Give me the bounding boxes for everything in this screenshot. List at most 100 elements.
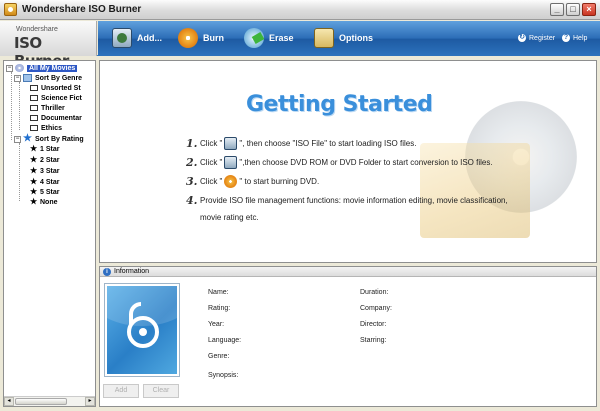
close-button[interactable]: × (582, 3, 596, 16)
tree-item-rating[interactable]: ★ None (30, 197, 58, 207)
erase-button-label: Erase (269, 33, 294, 43)
toolbar-buttons: Add... Burn Erase Options ↻ Register ? H… (98, 21, 600, 56)
starring-label: Starring: (360, 337, 387, 344)
scroll-left-arrow-icon[interactable]: ◂ (4, 397, 14, 406)
options-button-label: Options (339, 33, 373, 43)
tree-item-rating[interactable]: ★ 5 Star (30, 187, 59, 197)
step-2: 2. Click " ",then choose DVD ROM or DVD … (186, 156, 493, 169)
tree-item-rating[interactable]: ★ 4 Star (30, 177, 59, 187)
help-link[interactable]: ? Help (562, 34, 587, 42)
help-icon: ? (562, 34, 570, 42)
register-link[interactable]: ↻ Register (518, 34, 555, 42)
tree-item-label: Ethics (41, 124, 63, 132)
burn-disc-icon (224, 175, 238, 188)
clear-poster-button[interactable]: Clear (143, 384, 179, 398)
step-3: 3. Click " " to start burning DVD. (186, 175, 319, 188)
duration-label: Duration: (360, 289, 389, 296)
information-header: i Information (100, 267, 596, 277)
language-label: Language: (208, 337, 242, 344)
step-text: ",then choose DVD ROM or DVD Folder to s… (239, 158, 493, 167)
name-label: Name: (208, 289, 229, 296)
year-label: Year: (208, 321, 225, 328)
logo-brand: Wondershare (16, 26, 58, 33)
step-text: Click " (200, 177, 223, 186)
disc-icon (15, 64, 24, 72)
options-clipboard-icon (314, 28, 334, 48)
erase-button[interactable]: Erase (244, 27, 294, 49)
tree-connector (11, 72, 12, 140)
help-label: Help (573, 34, 588, 42)
genre-label: Genre: (208, 353, 230, 360)
star-icon: ★ (30, 166, 38, 175)
rating-label: Rating: (208, 305, 231, 312)
tree-connector (19, 143, 20, 201)
information-panel: i Information Add Clear Name: Rating: Ye… (99, 266, 597, 407)
collapse-toggle[interactable]: − (14, 135, 21, 143)
tree-item-genre[interactable]: Ethics (30, 123, 62, 133)
window-title: Wondershare ISO Burner (22, 4, 142, 15)
tree-item-sort-by-rating[interactable]: − ★ Sort By Rating (14, 134, 84, 144)
star-icon: ★ (30, 197, 38, 206)
add-drive-icon (224, 137, 238, 150)
step-text: Provide ISO file management functions: m… (200, 196, 508, 205)
tree-item-label: 5 Star (40, 188, 60, 196)
movie-tree-panel: − All My Movies − Sort By Genre Unsorted… (3, 60, 96, 407)
scroll-right-arrow-icon[interactable]: ▸ (85, 397, 95, 406)
add-poster-button[interactable]: Add (103, 384, 139, 398)
collapse-toggle[interactable]: − (6, 64, 13, 72)
burn-button-label: Burn (203, 33, 224, 43)
film-icon (30, 115, 38, 121)
film-reel-placeholder-icon (107, 286, 177, 374)
information-header-label: Information (114, 268, 150, 275)
erase-disc-icon (244, 28, 264, 48)
step-text: ", then choose "ISO File" to start loadi… (239, 139, 417, 148)
step-4: 4. Provide ISO file management functions… (186, 194, 508, 207)
add-drive-icon (112, 28, 132, 48)
tree-item-label: Thriller (41, 104, 65, 112)
toolbar: Wondershare ISO Burner Add... Burn Erase… (0, 21, 600, 70)
scrollbar-thumb[interactable] (15, 398, 67, 405)
step-number: 3. (186, 175, 198, 188)
folder-icon (23, 74, 32, 82)
collapse-toggle[interactable]: − (14, 74, 21, 82)
tree-item-label: Science Fict (41, 94, 82, 102)
register-icon: ↻ (518, 34, 526, 42)
horizontal-scrollbar[interactable]: ◂ ▸ (4, 396, 95, 406)
tree-item-rating[interactable]: ★ 2 Star (30, 155, 59, 165)
tree-item-label: Documentar (41, 114, 82, 122)
tree-item-rating[interactable]: ★ 1 Star (30, 144, 59, 154)
burn-button[interactable]: Burn (178, 27, 224, 49)
getting-started-title: Getting Started (246, 92, 433, 117)
synopsis-label: Synopsis: (208, 372, 239, 379)
movie-poster (104, 283, 180, 377)
maximize-button[interactable]: □ (566, 3, 580, 16)
film-icon (30, 125, 38, 131)
director-label: Director: (360, 321, 387, 328)
tree-item-genre[interactable]: Science Fict (30, 93, 82, 103)
register-label: Register (529, 34, 556, 42)
options-button[interactable]: Options (314, 27, 373, 49)
reel-shape (127, 316, 159, 348)
company-label: Company: (360, 305, 392, 312)
tree-item-label: Unsorted St (41, 84, 81, 92)
tree-item-genre[interactable]: Unsorted St (30, 83, 81, 93)
step-4-continued: movie rating etc. (200, 213, 259, 222)
minimize-button[interactable]: _ (550, 3, 564, 16)
info-icon: i (103, 267, 111, 276)
tree-item-sort-by-genre[interactable]: − Sort By Genre (14, 73, 82, 83)
tree-item-label: 4 Star (40, 178, 60, 186)
tree-item-genre[interactable]: Thriller (30, 103, 65, 113)
app-icon (4, 3, 17, 16)
star-group-icon: ★ (23, 133, 32, 144)
add-button[interactable]: Add... (112, 27, 162, 49)
tree-item-label: All My Movies (27, 64, 78, 72)
tree-item-label: 3 Star (40, 167, 60, 175)
getting-started-panel: Getting Started 1. Click " ", then choos… (99, 60, 597, 263)
tree-item-all-movies[interactable]: − All My Movies (6, 63, 78, 73)
tree-item-rating[interactable]: ★ 3 Star (30, 166, 59, 176)
tree-item-label: 2 Star (40, 156, 60, 164)
tree-item-genre[interactable]: Documentar (30, 113, 82, 123)
tree-item-label: Sort By Rating (35, 135, 84, 143)
star-icon: ★ (30, 187, 38, 196)
burn-disc-icon (178, 28, 198, 48)
